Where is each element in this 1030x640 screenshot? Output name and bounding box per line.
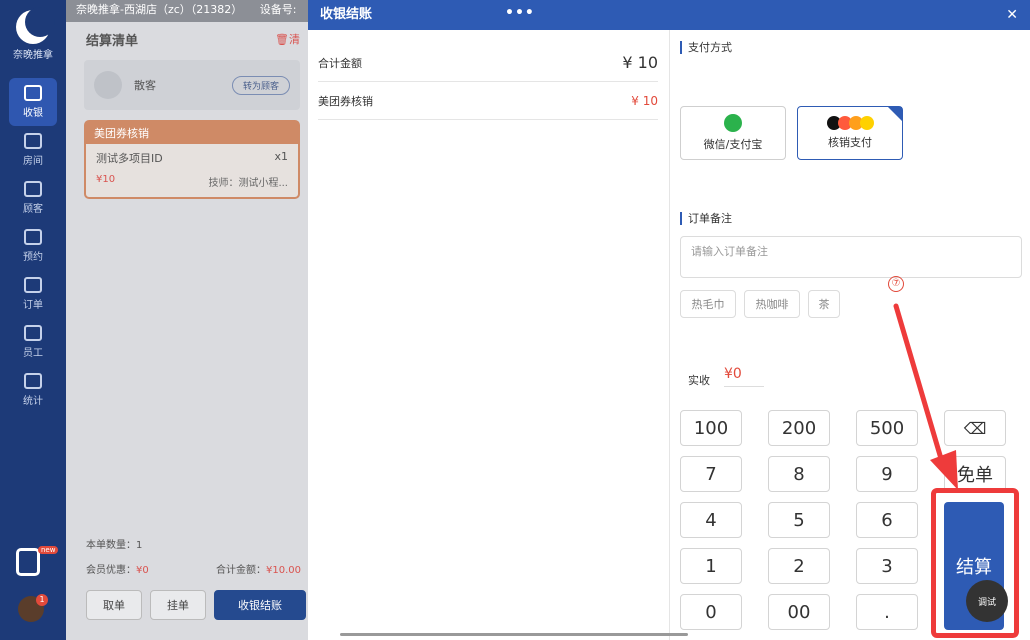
close-icon[interactable]: ✕ <box>1006 0 1018 30</box>
sidebar-item-cashier[interactable]: 收银 <box>9 78 57 126</box>
total-amount: 合计金额：¥10.00 <box>216 561 301 576</box>
meituan-row: 美团券核销 ¥ 10 <box>318 82 658 120</box>
user-icon <box>24 181 42 197</box>
item-price: ¥10 <box>96 174 116 185</box>
checkout-list-panel: 奈晚推拿-西湖店（zc）（21382） 设备号: 结算清单 🗑清 散客 转为顾客… <box>66 0 308 640</box>
list-title: 结算清单 <box>86 33 139 49</box>
modal-title: 收银结账 <box>320 7 373 22</box>
customer-name: 散客 <box>134 79 156 92</box>
total-row: 合计金额 ¥ 10 <box>318 44 658 82</box>
scrollbar[interactable] <box>340 633 688 636</box>
clear-button[interactable]: 🗑清 <box>275 31 300 47</box>
sidebar-item-customers[interactable]: 顾客 <box>0 174 66 222</box>
notification-badge: 1 <box>36 594 48 606</box>
modal-header: 收银结账 ••• ✕ <box>308 0 1030 30</box>
app-logo: 奈晚推拿 <box>0 6 66 61</box>
item-name: 测试多项目ID <box>96 152 163 165</box>
sidebar-item-label: 预约 <box>23 252 43 263</box>
monitor-icon <box>24 85 42 101</box>
new-badge: new <box>38 546 59 554</box>
total-label: 合计金额 <box>318 56 362 70</box>
item-qty: x1 <box>274 150 288 163</box>
clear-label: 清 <box>289 33 300 46</box>
member-discount: 会员优惠：¥0 <box>86 561 149 576</box>
convert-customer-button[interactable]: 转为顾客 <box>231 75 290 95</box>
store-name: 奈晚推拿-西湖店（zc）（21382） <box>76 3 243 16</box>
device-label: 设备号: <box>259 3 297 16</box>
meituan-label: 美团券核销 <box>318 94 373 108</box>
coupon-header: 美团券核销 <box>86 122 298 144</box>
chart-icon <box>24 373 42 389</box>
sidebar-item-label: 员工 <box>23 348 43 359</box>
sidebar-item-label: 收银 <box>23 108 43 119</box>
meituan-value: ¥ 10 <box>631 93 658 108</box>
annotation-arrow <box>893 303 958 490</box>
drag-handle[interactable]: ••• <box>505 0 535 28</box>
moon-logo-icon <box>16 7 55 44</box>
sidebar-item-label: 统计 <box>23 396 43 407</box>
sidebar-nav: 收银 房间 顾客 预约 订单 员工 统计 <box>0 78 66 414</box>
sidebar-item-label: 顾客 <box>23 204 43 215</box>
order-summary: 本单数量：1 会员优惠：¥0 合计金额：¥10.00 <box>86 536 301 586</box>
action-bar: 取单 挂单 收银结账 <box>86 590 306 620</box>
cancel-order-button[interactable]: 取单 <box>86 590 142 620</box>
payment-panel: 支付方式 微信/支付宝 核销支付 订单备注 请输入订单备注 热毛巾 热咖啡 茶 … <box>680 30 1030 640</box>
s-app-icon[interactable] <box>16 548 40 576</box>
item-count: 本单数量：1 <box>86 540 143 551</box>
list-header: 结算清单 🗑清 <box>66 22 308 56</box>
sidebar-item-booking[interactable]: 预约 <box>0 222 66 270</box>
sidebar-item-label: 订单 <box>23 300 43 311</box>
sidebar-item-rooms[interactable]: 房间 <box>0 126 66 174</box>
sidebar-item-stats[interactable]: 统计 <box>0 366 66 414</box>
column-divider <box>669 30 670 640</box>
total-value: ¥10.00 <box>266 565 301 576</box>
clipboard-icon <box>24 277 42 293</box>
item-technician[interactable]: 技师：测试小程... <box>208 174 288 189</box>
total-label: 合计金额： <box>216 565 266 576</box>
coupon-card: 美团券核销 测试多项目ID x1 ¥10 技师：测试小程... <box>84 120 300 199</box>
customer-card: 散客 转为顾客 <box>84 60 300 110</box>
calendar-icon <box>24 229 42 245</box>
customer-avatar <box>94 71 122 99</box>
hold-order-button[interactable]: 挂单 <box>150 590 206 620</box>
top-bar: 奈晚推拿-西湖店（zc）（21382） 设备号: <box>66 0 308 22</box>
sidebar: 奈晚推拿 收银 房间 顾客 预约 订单 员工 统计 new 1 <box>0 0 66 640</box>
total-value: ¥ 10 <box>622 53 658 72</box>
checkout-button[interactable]: 收银结账 <box>214 590 306 620</box>
sidebar-item-label: 房间 <box>23 156 43 167</box>
people-icon <box>24 325 42 341</box>
house-icon <box>24 133 42 149</box>
logo-text: 奈晚推拿 <box>13 50 53 61</box>
member-discount-label: 会员优惠： <box>86 565 136 576</box>
member-discount-value: ¥0 <box>136 565 149 576</box>
checkout-modal: 收银结账 ••• ✕ 合计金额 ¥ 10 美团券核销 ¥ 10 支付方式 微信/… <box>308 0 1030 640</box>
amount-details: 合计金额 ¥ 10 美团券核销 ¥ 10 <box>318 44 658 120</box>
sidebar-item-staff[interactable]: 员工 <box>0 318 66 366</box>
sidebar-item-orders[interactable]: 订单 <box>0 270 66 318</box>
